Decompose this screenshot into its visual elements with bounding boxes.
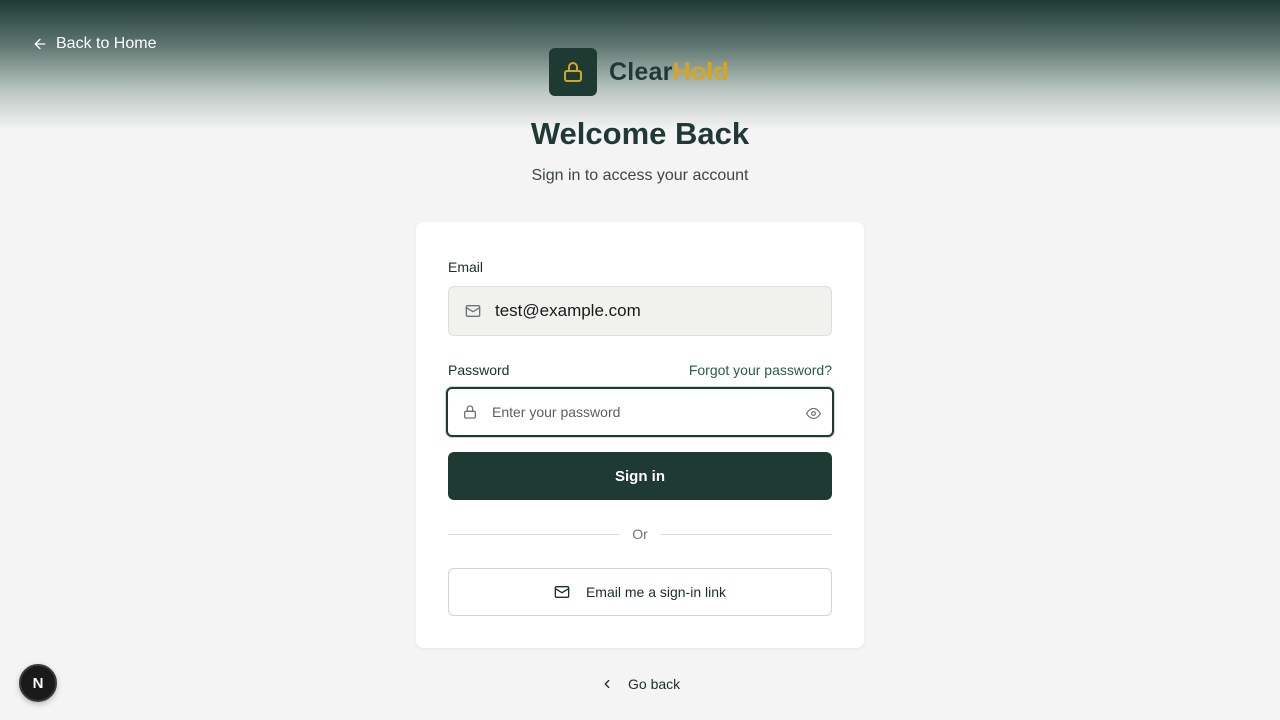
lock-icon: [564, 62, 582, 82]
arrow-left-icon: [34, 38, 46, 50]
brand-name-part1: Clear: [609, 57, 673, 86]
brand-name-part2: Hold: [672, 57, 729, 86]
password-input[interactable]: [492, 404, 782, 420]
password-label: Password: [448, 362, 510, 378]
signin-button[interactable]: Sign in: [448, 452, 832, 500]
email-signin-link-button[interactable]: Email me a sign-in link: [448, 568, 832, 616]
brand-name: ClearHold: [609, 58, 729, 87]
eye-icon: [805, 407, 821, 419]
logo-badge: [549, 48, 597, 96]
brand-logo[interactable]: ClearHold: [549, 48, 729, 96]
email-label: Email: [448, 259, 484, 275]
divider-line: [659, 533, 832, 535]
mail-icon: [465, 305, 481, 317]
page-subtitle: Sign in to access your account: [531, 167, 749, 184]
back-to-home-label: Back to Home: [56, 35, 157, 52]
mail-icon: [554, 586, 570, 598]
go-back-link[interactable]: Go back: [600, 673, 680, 695]
email-signin-link-label: Email me a sign-in link: [585, 584, 727, 600]
dev-tools-badge[interactable]: N: [19, 664, 57, 702]
forgot-password-link[interactable]: Forgot your password?: [689, 362, 832, 378]
or-divider: Or: [448, 524, 832, 544]
toggle-password-visibility-button[interactable]: [804, 404, 822, 422]
email-value: test@example.com: [495, 301, 641, 320]
divider-text: Or: [632, 526, 648, 542]
back-to-home-link[interactable]: Back to Home: [32, 33, 156, 55]
divider-line: [448, 533, 621, 535]
email-field[interactable]: test@example.com: [448, 286, 832, 336]
password-field[interactable]: [446, 387, 834, 437]
chevron-left-icon: [604, 679, 610, 689]
signin-card: Email test@example.com Password Forgot y…: [416, 222, 864, 648]
lock-icon: [464, 405, 476, 419]
page-title: Welcome Back: [530, 116, 750, 151]
go-back-label: Go back: [628, 676, 681, 692]
